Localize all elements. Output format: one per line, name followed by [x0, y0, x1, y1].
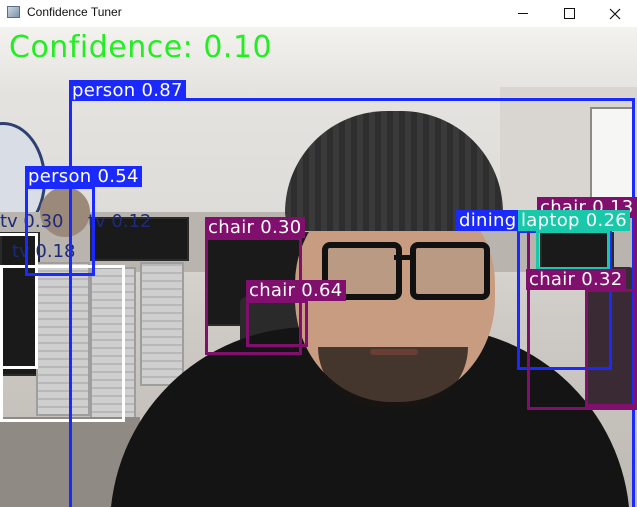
- close-icon: [609, 8, 621, 19]
- detection-label-chair: chair 0.64: [246, 280, 346, 301]
- detection-box-chair: [585, 289, 637, 407]
- confidence-readout: Confidence: 0.10: [9, 30, 273, 65]
- minimize-button[interactable]: [500, 0, 546, 27]
- detection-box-person: [25, 186, 95, 276]
- detection-label-laptop: laptop 0.26: [518, 210, 631, 231]
- detection-label-person: person 0.87: [69, 80, 186, 101]
- maximize-button[interactable]: [546, 0, 592, 27]
- detection-label-chair: chair 0.32: [526, 269, 626, 290]
- detection-label-chair: chair 0.30: [205, 217, 305, 238]
- title-bar[interactable]: Confidence Tuner: [0, 0, 637, 27]
- window-title: Confidence Tuner: [27, 5, 122, 19]
- camera-feed: tv 0.30 tv 0.12 tv 0.18 person 0.87 pers…: [0, 27, 637, 507]
- maximize-icon: [563, 8, 575, 19]
- detection-label-person: person 0.54: [25, 166, 142, 187]
- close-button[interactable]: [592, 0, 637, 27]
- app-window-icon: [7, 6, 20, 18]
- detection-label-dining-table: dining: [456, 210, 520, 231]
- detection-box-chair: [246, 300, 308, 347]
- confidence-tuner-window: Confidence Tuner tv 0.30 tv 0.12 tv 0.18…: [0, 0, 637, 507]
- minimize-icon: [518, 13, 528, 14]
- detection-box-laptop: [536, 230, 610, 270]
